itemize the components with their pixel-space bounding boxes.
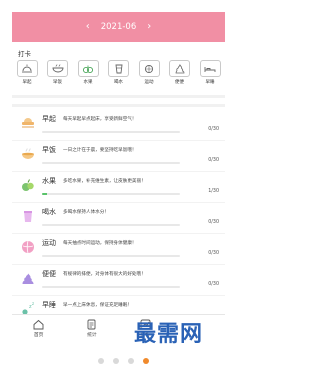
app-window: ‹ 2021-06 › 打卡 早起 早饭 水果 喝水 运动 便便 早睡 早起 每… <box>12 12 225 341</box>
list-item[interactable]: 运动 每天抽点时间运动，保持身体健康！ 0/30 <box>12 234 225 265</box>
tab-home[interactable]: 首页 <box>12 315 65 341</box>
item-description: 每天早起早点起床，享受新鲜空气！ <box>63 117 137 122</box>
sunrise-icon <box>20 115 36 131</box>
category-water[interactable]: 喝水 <box>107 60 131 85</box>
category-label: 运动 <box>144 80 154 85</box>
category-row: 早起 早饭 水果 喝水 运动 便便 早睡 <box>15 60 222 85</box>
category-label: 水果 <box>83 80 93 85</box>
category-label: 早饭 <box>53 80 62 85</box>
list-item[interactable]: 水果 多吃水果，补充维生素，让皮肤更美丽！ 1/30 <box>12 172 225 203</box>
prev-month-button[interactable]: ‹ <box>86 22 90 32</box>
home-icon <box>32 318 45 330</box>
screen: ‹ 2021-06 › 打卡 早起 早饭 水果 喝水 运动 便便 早睡 早起 每… <box>0 0 246 368</box>
item-count: 1/30 <box>208 189 219 194</box>
item-description: 早一点上床休息，保证充足睡眠！ <box>63 303 132 308</box>
item-title: 水果 <box>42 177 56 185</box>
next-month-button[interactable]: › <box>147 22 151 32</box>
svg-text:z: z <box>32 301 34 306</box>
page-dot[interactable] <box>127 358 134 364</box>
item-description: 每天抽点时间运动，保持身体健康！ <box>63 241 137 246</box>
item-description: 一日之计在于晨，要坚持吃早饭哦！ <box>63 148 137 153</box>
item-title: 早饭 <box>42 146 56 154</box>
sunrise-icon <box>16 60 38 77</box>
page-dot[interactable] <box>97 358 104 364</box>
category-sport[interactable]: 运动 <box>137 60 161 85</box>
bowl-icon <box>20 146 36 162</box>
item-title: 早起 <box>42 115 56 123</box>
sleep-icon <box>199 60 221 77</box>
fruit-icon <box>77 60 99 77</box>
category-poop[interactable]: 便便 <box>168 60 192 85</box>
category-label: 早睡 <box>205 80 215 85</box>
category-label: 便便 <box>175 80 184 85</box>
divider <box>12 104 225 107</box>
list-item[interactable]: 便便 有规律的排便，对身体有很大的好处哦！ 0/30 <box>12 265 225 296</box>
bowl-icon <box>47 60 68 77</box>
item-description: 有规律的排便，对身体有很大的好处哦！ <box>63 272 146 277</box>
item-title: 运动 <box>42 239 56 247</box>
stats-icon <box>85 318 98 330</box>
progress-bar <box>42 131 180 133</box>
progress-bar <box>42 224 180 226</box>
page-dot[interactable] <box>142 358 149 364</box>
item-count: 0/30 <box>208 282 219 287</box>
item-count: 0/30 <box>208 220 219 225</box>
item-count: 0/30 <box>208 158 219 163</box>
category-sleep[interactable]: 早睡 <box>198 60 222 85</box>
category-label: 喝水 <box>114 80 123 85</box>
item-count: 0/30 <box>208 251 219 256</box>
category-label: 早起 <box>22 80 32 85</box>
month-label: 2021-06 <box>100 22 137 32</box>
item-count: 0/30 <box>208 127 219 132</box>
month-header: ‹ 2021-06 › <box>12 12 225 42</box>
sport-icon <box>138 60 160 77</box>
divider <box>12 95 225 98</box>
tab-label: 首页 <box>33 333 44 338</box>
list-item[interactable]: 喝水 多喝水保持人体水分！ 0/30 <box>12 203 225 234</box>
list-item[interactable]: 早饭 一日之计在于晨，要坚持吃早饭哦！ 0/30 <box>12 141 225 172</box>
checkin-list: 早起 每天早起早点起床，享受新鲜空气！ 0/30 早饭 一日之计在于晨，要坚持吃… <box>12 110 225 327</box>
item-title: 便便 <box>42 270 56 278</box>
category-early-rise[interactable]: 早起 <box>15 60 39 85</box>
sport-icon <box>20 239 36 255</box>
progress-bar <box>42 286 180 288</box>
item-description: 多吃水果，补充维生素，让皮肤更美丽！ <box>63 179 146 184</box>
category-fruit[interactable]: 水果 <box>76 60 100 85</box>
page-indicator <box>0 358 246 364</box>
cup-icon <box>20 208 36 224</box>
tab-label: 统计 <box>87 333 97 338</box>
poop-icon <box>169 60 190 77</box>
list-item[interactable]: 早起 每天早起早点起床，享受新鲜空气！ 0/30 <box>12 110 225 141</box>
item-title: 早睡 <box>42 301 56 309</box>
item-title: 喝水 <box>42 208 56 216</box>
category-breakfast[interactable]: 早饭 <box>46 60 70 85</box>
item-description: 多喝水保持人体水分！ <box>63 210 109 215</box>
section-title: 打卡 <box>18 50 31 58</box>
progress-bar <box>42 255 180 257</box>
progress-bar <box>42 193 180 195</box>
fruit-icon <box>20 177 36 193</box>
page-dot[interactable] <box>112 358 119 364</box>
progress-bar <box>42 162 180 164</box>
poop-icon <box>20 270 36 286</box>
progress-fill <box>42 193 47 195</box>
cup-icon <box>108 60 129 77</box>
watermark: 最需网 <box>134 321 204 347</box>
tab-stats[interactable]: 统计 <box>65 315 118 341</box>
